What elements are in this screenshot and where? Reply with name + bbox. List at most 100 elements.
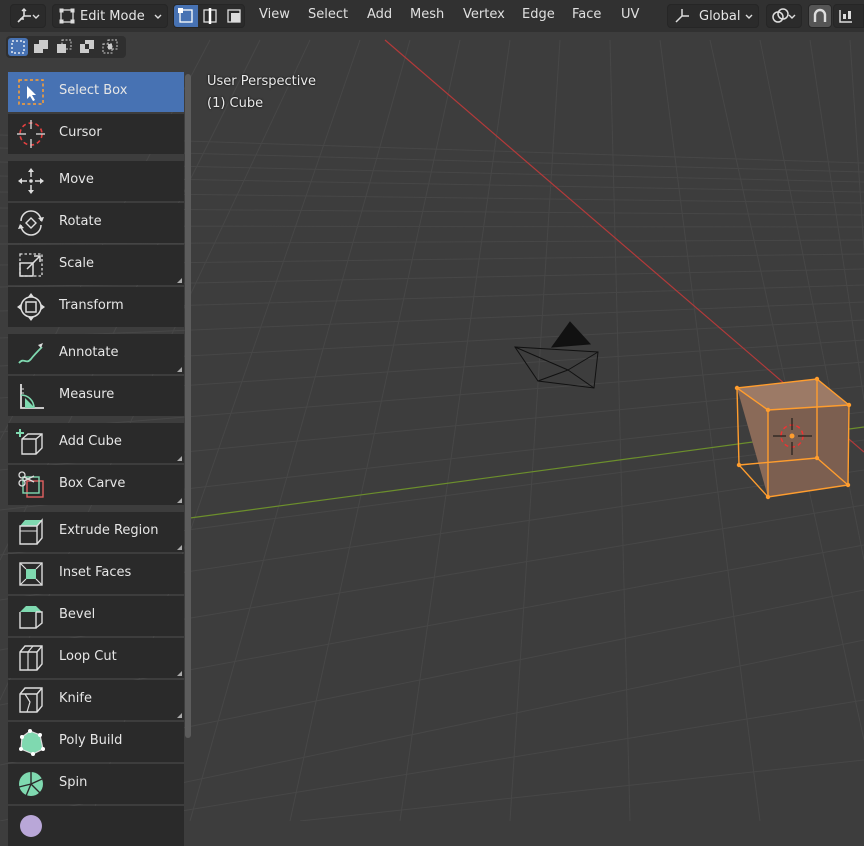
- tool-label: Bevel: [59, 607, 96, 622]
- new-selection-icon: [11, 40, 25, 54]
- tool-label: Select Box: [59, 83, 128, 98]
- submenu-corner-icon: [177, 367, 182, 372]
- tool-label: Transform: [59, 298, 124, 313]
- transform-icon: [17, 293, 45, 321]
- tool-transform[interactable]: Transform: [8, 287, 184, 327]
- chevron-down-icon: [32, 14, 40, 19]
- tool-extrude-region[interactable]: Extrude Region: [8, 512, 184, 552]
- tool-label: Rotate: [59, 214, 102, 229]
- tool-label: Box Carve: [59, 476, 126, 491]
- editor-type-button[interactable]: [10, 4, 46, 28]
- tool-label: Extrude Region: [59, 523, 159, 538]
- tool-measure[interactable]: Measure: [8, 376, 184, 416]
- face-select-button[interactable]: [222, 5, 246, 27]
- menu-vertex[interactable]: Vertex: [463, 7, 505, 22]
- menu-uv[interactable]: UV: [621, 7, 639, 22]
- menu-face[interactable]: Face: [572, 7, 601, 22]
- tool-poly-build[interactable]: Poly Build: [8, 722, 184, 762]
- menu-select[interactable]: Select: [308, 7, 348, 22]
- box-carve-icon: [18, 471, 44, 498]
- submenu-corner-icon: [177, 278, 182, 283]
- proportional-edit-button[interactable]: [833, 4, 864, 28]
- tool-annotate[interactable]: Annotate: [8, 334, 184, 374]
- edit-mode-icon: [59, 8, 75, 24]
- mode-label: Edit Mode: [80, 8, 145, 24]
- loop-cut-icon: [19, 645, 43, 671]
- submenu-corner-icon: [177, 456, 182, 461]
- smooth-icon: [20, 815, 42, 837]
- subtract-selection-button[interactable]: [54, 38, 74, 56]
- menu-mesh[interactable]: Mesh: [410, 7, 444, 22]
- vertex-select-button[interactable]: [174, 5, 198, 27]
- tool-label: Measure: [59, 387, 115, 402]
- poly-build-icon: [19, 729, 45, 756]
- chevron-down-icon: [154, 14, 162, 19]
- submenu-corner-icon: [177, 545, 182, 550]
- invert-selection-icon: [80, 40, 94, 53]
- pivot-point-dropdown[interactable]: [766, 4, 802, 28]
- inset-faces-icon: [19, 562, 43, 586]
- submenu-corner-icon: [177, 671, 182, 676]
- move-icon: [18, 168, 44, 194]
- new-selection-button[interactable]: [8, 38, 28, 56]
- add-cube-icon: [16, 429, 43, 455]
- tool-add-cube[interactable]: Add Cube: [8, 423, 184, 463]
- view-name: User Perspective: [207, 74, 317, 89]
- tool-label: Add Cube: [59, 434, 122, 449]
- tool-inset-faces[interactable]: Inset Faces: [8, 554, 184, 594]
- active-object-name: (1) Cube: [207, 96, 264, 111]
- chevron-down-icon: [788, 14, 796, 19]
- extend-selection-button[interactable]: [31, 38, 51, 56]
- menu-add[interactable]: Add: [367, 7, 392, 22]
- extrude-region-icon: [19, 518, 43, 545]
- tool-box-carve[interactable]: Box Carve: [8, 465, 184, 505]
- menu-view[interactable]: View: [259, 7, 290, 22]
- orientation-axes-icon: [675, 9, 689, 23]
- edge-select-icon: [203, 8, 217, 24]
- vertex-select-icon: [178, 8, 193, 23]
- tool-cursor[interactable]: Cursor: [8, 114, 184, 154]
- magnet-icon: [813, 8, 827, 22]
- tool-label: Inset Faces: [59, 565, 132, 580]
- tool-partial-next[interactable]: [8, 806, 184, 846]
- annotate-icon: [18, 343, 43, 364]
- menu-edge[interactable]: Edge: [522, 7, 555, 22]
- toolbar-scrollbar[interactable]: [185, 74, 191, 738]
- bevel-icon: [19, 606, 43, 629]
- tool-scale[interactable]: Scale: [8, 245, 184, 285]
- tool-label: Scale: [59, 256, 94, 271]
- subtract-selection-icon: [57, 39, 72, 53]
- scale-icon: [19, 253, 43, 277]
- knife-icon: [19, 687, 43, 713]
- tool-label: Move: [59, 172, 94, 187]
- edge-select-button[interactable]: [198, 5, 222, 27]
- tool-knife[interactable]: Knife: [8, 680, 184, 720]
- rotate-icon: [18, 210, 44, 236]
- tool-spin[interactable]: Spin: [8, 764, 184, 804]
- spin-icon: [18, 772, 43, 797]
- tool-rotate[interactable]: Rotate: [8, 203, 184, 243]
- mode-dropdown[interactable]: Edit Mode: [52, 4, 168, 28]
- tool-label: Annotate: [59, 345, 119, 360]
- tool-shelf: Select Box Cursor Move Rotate Scale Tran…: [8, 72, 185, 846]
- tool-label: Spin: [59, 775, 88, 790]
- chevron-down-icon: [745, 14, 753, 19]
- intersect-selection-button[interactable]: [100, 38, 120, 56]
- proportional-icon: [839, 10, 852, 23]
- snap-toggle[interactable]: [808, 4, 832, 28]
- camera-object[interactable]: [514, 321, 599, 389]
- tool-move[interactable]: Move: [8, 161, 184, 201]
- tool-loop-cut[interactable]: Loop Cut: [8, 638, 184, 678]
- extend-selection-icon: [34, 40, 48, 53]
- tool-bevel[interactable]: Bevel: [8, 596, 184, 636]
- selection-mode-row: [6, 36, 126, 58]
- transform-orientation-dropdown[interactable]: Global: [667, 4, 759, 28]
- viewport-header: Edit Mode View Select Add Mesh Vertex Ed…: [0, 0, 864, 32]
- tool-label: Cursor: [59, 125, 102, 140]
- intersect-selection-icon: [102, 39, 118, 54]
- submenu-corner-icon: [177, 713, 182, 718]
- tool-label: Knife: [59, 691, 92, 706]
- select-mode-group: [173, 4, 245, 28]
- tool-select-box[interactable]: Select Box: [8, 72, 184, 112]
- invert-selection-button[interactable]: [77, 38, 97, 56]
